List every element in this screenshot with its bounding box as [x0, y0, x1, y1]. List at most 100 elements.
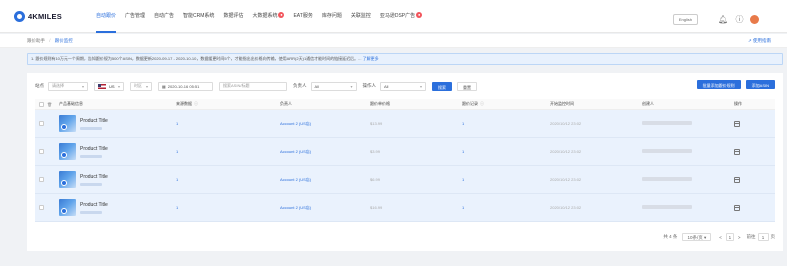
- row-checkbox[interactable]: [39, 205, 44, 210]
- nav-item[interactable]: 亚马逊DSP广告 ●: [376, 0, 426, 33]
- product-thumbnail[interactable]: [59, 143, 76, 160]
- new-badge: ●: [278, 12, 285, 18]
- avatar[interactable]: [750, 15, 759, 24]
- creator-cell: [642, 121, 734, 126]
- follow-price: $3.99: [370, 149, 381, 154]
- delete-icon[interactable]: [734, 204, 740, 211]
- header-delete-cell: 🗑︎: [47, 102, 59, 107]
- add-asin-button[interactable]: 添加ASIN: [745, 80, 775, 89]
- owner-account[interactable]: Account 2 (US店): [280, 149, 370, 155]
- us-flag-icon: [98, 83, 106, 89]
- operator-select-value: All: [384, 83, 389, 89]
- page-size-select[interactable]: 10条/页 ▾: [682, 233, 712, 241]
- chevron-down-icon: ▾: [350, 83, 353, 89]
- owner-account[interactable]: Account 2 (US店): [280, 177, 370, 183]
- breadcrumb: 跟价助手 / 跟价监控: [27, 38, 73, 44]
- country-select[interactable]: US ▾: [94, 81, 124, 91]
- info-icon: ⓘ: [480, 101, 484, 106]
- row-checkbox[interactable]: [39, 149, 44, 154]
- nav-item[interactable]: 库存问题: [318, 0, 346, 33]
- main-card: 站点 请选择 ▾ US ▾ 时区 ▾ ▦ 2020-10-16 05:51 搜索…: [27, 73, 783, 251]
- delete-icon[interactable]: [734, 176, 740, 183]
- creator-redacted: [642, 177, 692, 181]
- chevron-down-icon: ▾: [145, 83, 148, 89]
- nav-item[interactable]: 自动广告: [150, 0, 178, 33]
- brand-logo[interactable]: 4KMILES: [14, 11, 62, 22]
- search-button[interactable]: 搜索: [432, 81, 452, 91]
- product-info: Product Title: [80, 118, 108, 130]
- search-input[interactable]: 搜索ASIN/标题: [219, 81, 287, 91]
- help-icon[interactable]: ⓘ: [735, 15, 744, 24]
- chevron-down-icon: ▾: [117, 83, 120, 89]
- record-count[interactable]: 1: [462, 205, 550, 210]
- top-right-tools: English 🔔︎ ⓘ: [672, 14, 759, 25]
- record-count[interactable]: 1: [462, 121, 550, 126]
- source-count[interactable]: 1: [176, 149, 280, 154]
- creator-redacted: [642, 121, 692, 125]
- nav-item[interactable]: 广告管理: [121, 0, 149, 33]
- nav-item[interactable]: 数据评估: [219, 0, 247, 33]
- owner-select[interactable]: All ▾: [310, 81, 357, 91]
- record-count[interactable]: 1: [462, 177, 550, 182]
- notice-text: 1. 跟价规则有10万元一个周期，告知跟价规为500个ASIN，数据更新2020…: [31, 56, 362, 61]
- owner-label: 负责人: [293, 83, 307, 88]
- nav-item[interactable]: 大数据系统 ●: [248, 0, 288, 33]
- timezone-select[interactable]: 时区 ▾: [130, 81, 152, 91]
- source-count[interactable]: 1: [176, 121, 280, 126]
- page-size-value: 10条/页: [687, 235, 703, 240]
- row-checkbox-cell: [35, 149, 47, 154]
- nav-item-label: EAT服务: [293, 13, 313, 19]
- product-thumbnail[interactable]: [59, 199, 76, 216]
- pagination-total: 共 4 条: [663, 234, 678, 239]
- row-checkbox[interactable]: [39, 177, 44, 182]
- breadcrumb-separator: /: [49, 38, 51, 43]
- nav-item[interactable]: 自动跟价: [92, 0, 120, 33]
- nav-item[interactable]: EAT服务: [289, 0, 316, 33]
- breadcrumb-root[interactable]: 跟价助手: [27, 38, 45, 43]
- chevron-down-icon: ▾: [81, 83, 84, 89]
- reset-button[interactable]: 重置: [457, 81, 477, 91]
- product-thumbnail[interactable]: [59, 115, 76, 132]
- nav-item-label: 库存问题: [321, 13, 342, 19]
- source-count[interactable]: 1: [176, 205, 280, 210]
- product-cell: Product Title: [59, 199, 176, 216]
- site-select[interactable]: 请选择 ▾: [48, 81, 88, 91]
- product-title[interactable]: Product Title: [80, 118, 108, 124]
- nav-item[interactable]: 关联监控: [347, 0, 375, 33]
- owner-account[interactable]: Account 2 (US店): [280, 205, 370, 211]
- product-title[interactable]: Product Title: [80, 146, 108, 152]
- batch-add-rule-button[interactable]: 批量添加跟价规则: [696, 80, 741, 89]
- date-picker-value: 2020-10-16 05:51: [167, 83, 200, 89]
- product-asin-redacted: [80, 210, 102, 214]
- goto-page-input[interactable]: 1: [757, 233, 769, 241]
- nav-item[interactable]: 智能CRM系统: [179, 0, 218, 33]
- row-checkbox[interactable]: [39, 121, 44, 126]
- language-switcher[interactable]: English: [672, 14, 698, 25]
- delete-icon[interactable]: [734, 120, 740, 127]
- prev-page-button[interactable]: <: [719, 235, 722, 240]
- product-title[interactable]: Product Title: [80, 202, 108, 208]
- header-records: 跟价记录 ⓘ: [462, 101, 550, 107]
- bell-icon[interactable]: 🔔︎: [718, 15, 728, 24]
- brand-name: 4KMILES: [28, 12, 62, 21]
- site-label: 站点: [35, 83, 44, 88]
- delete-icon[interactable]: [734, 148, 740, 155]
- trash-icon[interactable]: 🗑︎: [47, 102, 52, 107]
- product-thumbnail[interactable]: [59, 171, 76, 188]
- date-picker[interactable]: ▦ 2020-10-16 05:51: [158, 81, 213, 91]
- next-page-button[interactable]: >: [738, 235, 741, 240]
- notice-learn-more-link[interactable]: 了解更多: [363, 56, 379, 61]
- owner-account[interactable]: Account 2 (US店): [280, 121, 370, 127]
- record-count[interactable]: 1: [462, 149, 550, 154]
- table-row: Product Title 1 Account 2 (US店) $3.99 1 2020/…: [35, 138, 775, 166]
- current-page[interactable]: 1: [725, 233, 734, 241]
- select-all-checkbox[interactable]: [39, 101, 44, 107]
- help-doc-link[interactable]: ↗ 使用指南: [748, 38, 771, 44]
- nav-item-label: 大数据系统: [252, 13, 278, 19]
- product-asin-redacted: [80, 154, 102, 158]
- operator-select[interactable]: All ▾: [380, 81, 426, 91]
- source-count[interactable]: 1: [176, 177, 280, 182]
- breadcrumb-bar: 跟价助手 / 跟价监控 ↗ 使用指南: [0, 34, 787, 48]
- product-title[interactable]: Product Title: [80, 174, 108, 180]
- product-cell: Product Title: [59, 143, 176, 160]
